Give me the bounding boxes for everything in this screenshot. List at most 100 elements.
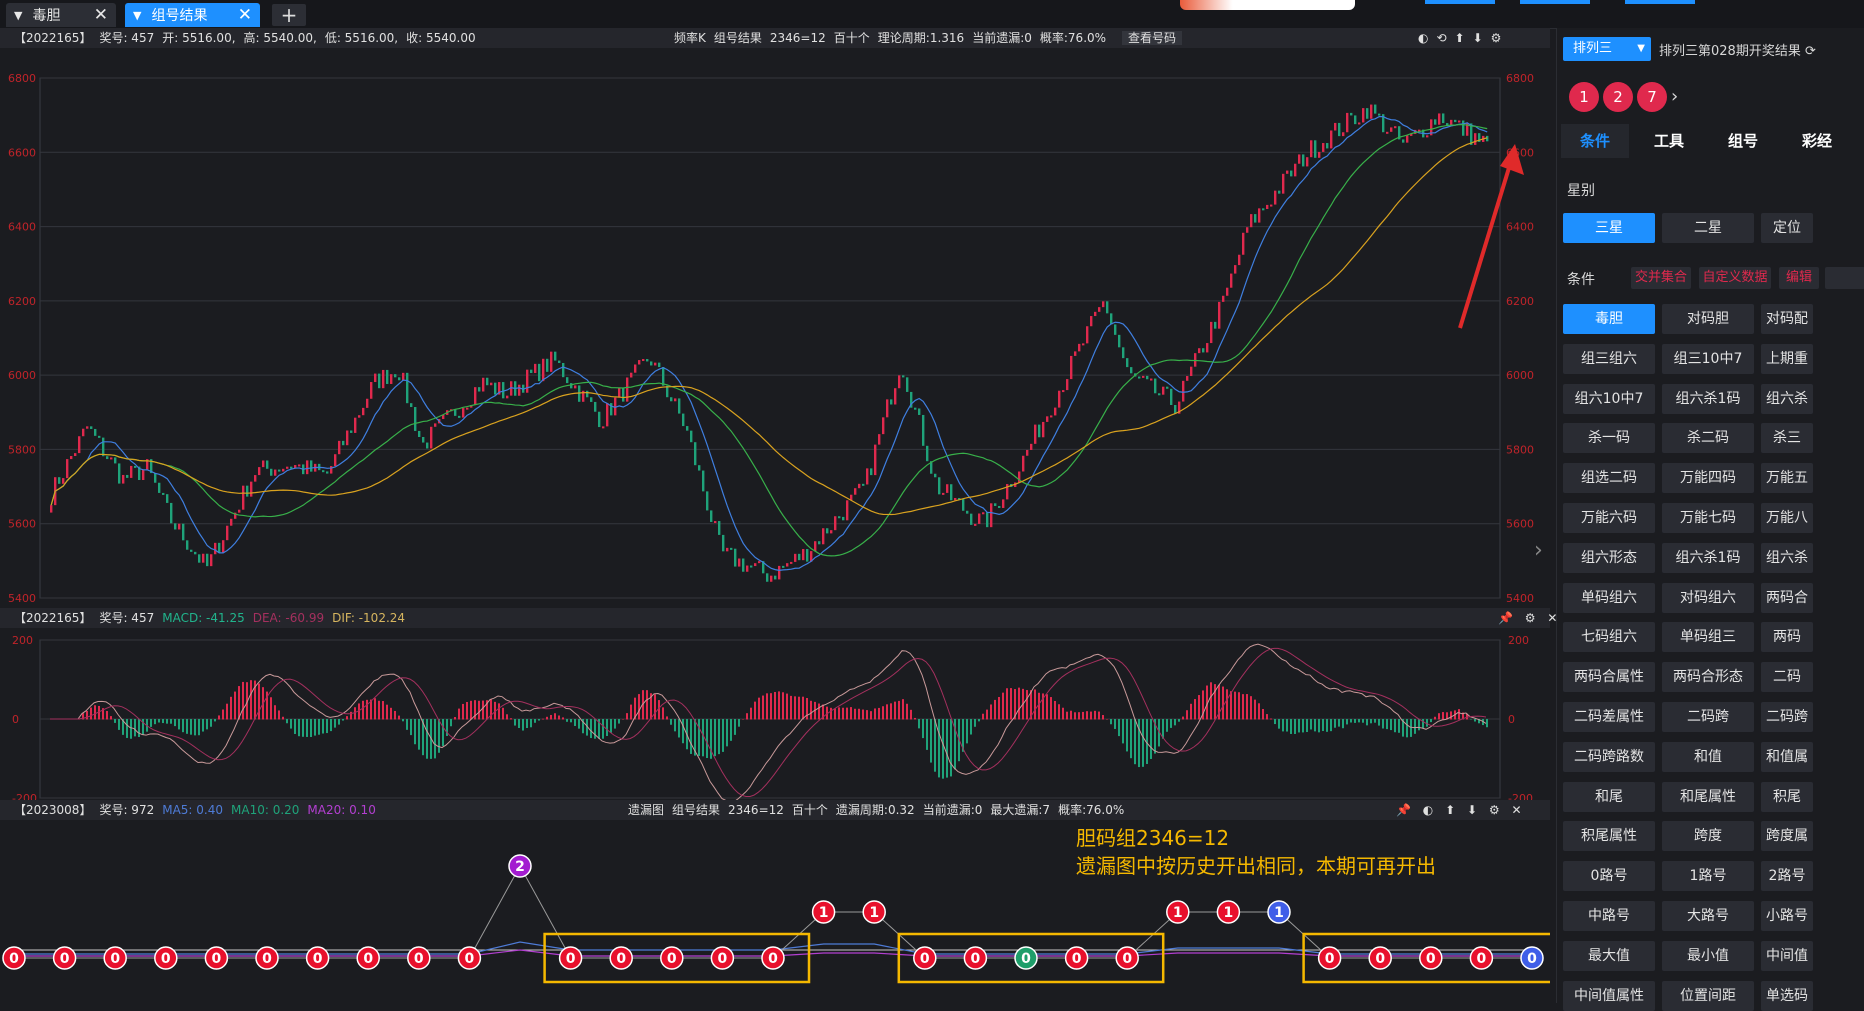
- condition-button[interactable]: 组三10中7: [1662, 343, 1754, 374]
- condition-button[interactable]: 上期重: [1761, 343, 1813, 374]
- down-icon[interactable]: ⬇: [1467, 803, 1477, 817]
- condition-button[interactable]: 跨度: [1662, 821, 1754, 852]
- edit-icon[interactable]: ◐: [1418, 31, 1428, 45]
- condition-button[interactable]: 组选二码: [1563, 463, 1655, 494]
- condition-button[interactable]: 万能五: [1761, 463, 1813, 494]
- condition-button[interactable]: 中间值: [1761, 940, 1813, 971]
- chip-custom-data[interactable]: 自定义数据: [1699, 267, 1771, 289]
- condition-button[interactable]: 1路号: [1662, 861, 1754, 892]
- condition-button[interactable]: 杀三: [1761, 423, 1813, 454]
- edit-icon[interactable]: ◐: [1423, 803, 1433, 817]
- condition-button[interactable]: 最大值: [1563, 940, 1655, 971]
- condition-button[interactable]: 两码合形态: [1662, 662, 1754, 693]
- condition-button[interactable]: 组六杀1码: [1662, 542, 1754, 573]
- condition-button[interactable]: 组六形态: [1563, 542, 1655, 573]
- star-option-0[interactable]: 三星: [1563, 213, 1655, 243]
- candle: [826, 528, 829, 534]
- refresh-icon[interactable]: ⟲: [1436, 31, 1446, 45]
- condition-button[interactable]: 单码组六: [1563, 582, 1655, 613]
- condition-button[interactable]: 和值: [1662, 741, 1754, 772]
- condition-button[interactable]: 小路号: [1761, 901, 1813, 931]
- top-toolbar-button[interactable]: [1425, 0, 1495, 4]
- condition-button[interactable]: 两码: [1761, 622, 1813, 653]
- gear-icon[interactable]: ⚙: [1489, 803, 1500, 817]
- chip-intersect[interactable]: 交并集合: [1631, 267, 1691, 289]
- condition-button[interactable]: 两码合属性: [1563, 662, 1655, 693]
- nav-tab-condition[interactable]: 条件: [1561, 124, 1629, 158]
- condition-button[interactable]: 组六杀1码: [1662, 383, 1754, 414]
- pin-icon[interactable]: 📌: [1396, 803, 1411, 817]
- condition-button[interactable]: 中路号: [1563, 901, 1655, 931]
- condition-button[interactable]: 两码合: [1761, 582, 1813, 613]
- condition-button[interactable]: 万能八: [1761, 503, 1813, 533]
- chip-edit[interactable]: 编辑: [1779, 267, 1819, 289]
- condition-button[interactable]: 二码跨: [1761, 702, 1813, 732]
- condition-button[interactable]: 组六杀: [1761, 542, 1813, 573]
- candle: [1338, 122, 1341, 137]
- condition-button[interactable]: 万能四码: [1662, 463, 1754, 494]
- close-icon[interactable]: ✕: [238, 5, 252, 25]
- condition-button[interactable]: 组六杀: [1761, 383, 1813, 414]
- close-icon[interactable]: ✕: [1511, 803, 1521, 817]
- candle: [890, 399, 893, 405]
- condition-button[interactable]: 单码组三: [1662, 622, 1754, 653]
- condition-button[interactable]: 二码: [1761, 662, 1813, 693]
- condition-button[interactable]: 毒胆: [1563, 304, 1655, 334]
- chevron-right-icon[interactable]: ›: [1534, 538, 1543, 563]
- down-icon[interactable]: ⬇: [1473, 31, 1483, 45]
- star-option-2[interactable]: 定位: [1761, 213, 1813, 243]
- condition-button[interactable]: 积尾: [1761, 781, 1813, 812]
- condition-button[interactable]: 组三组六: [1563, 343, 1655, 374]
- condition-button[interactable]: 和尾: [1563, 781, 1655, 812]
- condition-button[interactable]: 二码差属性: [1563, 702, 1655, 732]
- condition-button[interactable]: 和尾属性: [1662, 781, 1754, 812]
- condition-button[interactable]: 2路号: [1761, 861, 1813, 892]
- tab-duodan[interactable]: ▼ 毒胆 ✕: [6, 3, 116, 27]
- nav-tab-caijing[interactable]: 彩经: [1783, 124, 1851, 158]
- condition-button[interactable]: 杀二码: [1662, 423, 1754, 454]
- omission-node-value: 0: [313, 951, 323, 967]
- condition-button[interactable]: 最小值: [1662, 940, 1754, 971]
- gear-icon[interactable]: ⚙: [1491, 31, 1502, 45]
- condition-button[interactable]: 二码跨: [1662, 702, 1754, 732]
- chevron-right-icon[interactable]: ›: [1671, 86, 1678, 107]
- condition-button[interactable]: 二码跨路数: [1563, 741, 1655, 772]
- view-numbers-button[interactable]: 查看号码: [1122, 31, 1183, 45]
- macd-bar: [338, 719, 340, 725]
- up-icon[interactable]: ⬆: [1455, 31, 1465, 45]
- pin-icon[interactable]: 📌: [1498, 611, 1513, 625]
- condition-button[interactable]: 杀一码: [1563, 423, 1655, 454]
- lottery-select[interactable]: 排列三 ▼: [1563, 37, 1651, 61]
- condition-button[interactable]: 对码胆: [1662, 304, 1754, 334]
- chip-more[interactable]: [1825, 267, 1864, 289]
- nav-tab-tools[interactable]: 工具: [1635, 124, 1703, 158]
- condition-button[interactable]: 对码配: [1761, 304, 1813, 334]
- close-icon[interactable]: ✕: [94, 5, 108, 25]
- candle: [954, 497, 957, 501]
- condition-button[interactable]: 七码组六: [1563, 622, 1655, 653]
- condition-button[interactable]: 大路号: [1662, 901, 1754, 931]
- add-tab-button[interactable]: +: [272, 4, 306, 26]
- condition-button[interactable]: 和值属: [1761, 741, 1813, 772]
- condition-button[interactable]: 位置间距: [1662, 980, 1754, 1011]
- candle: [178, 523, 181, 530]
- condition-button[interactable]: 中间值属性: [1563, 980, 1655, 1011]
- top-toolbar-button[interactable]: [1520, 0, 1590, 4]
- nav-tab-group[interactable]: 组号: [1709, 124, 1777, 158]
- macd-bar: [1306, 719, 1308, 733]
- condition-button[interactable]: 万能七码: [1662, 503, 1754, 533]
- gear-icon[interactable]: ⚙: [1525, 611, 1536, 625]
- top-toolbar-button[interactable]: [1625, 0, 1695, 4]
- tab-group-result[interactable]: ▼ 组号结果 ✕: [125, 3, 260, 27]
- condition-button[interactable]: 0路号: [1563, 861, 1655, 892]
- macd-bar: [402, 719, 404, 722]
- condition-button[interactable]: 跨度属: [1761, 821, 1813, 852]
- condition-button[interactable]: 单选码: [1761, 980, 1813, 1011]
- refresh-icon[interactable]: ⟳: [1805, 44, 1816, 59]
- up-icon[interactable]: ⬆: [1445, 803, 1455, 817]
- condition-button[interactable]: 积尾属性: [1563, 821, 1655, 852]
- condition-button[interactable]: 万能六码: [1563, 503, 1655, 533]
- condition-button[interactable]: 对码组六: [1662, 582, 1754, 613]
- condition-button[interactable]: 组六10中7: [1563, 383, 1655, 414]
- star-option-1[interactable]: 二星: [1662, 213, 1754, 243]
